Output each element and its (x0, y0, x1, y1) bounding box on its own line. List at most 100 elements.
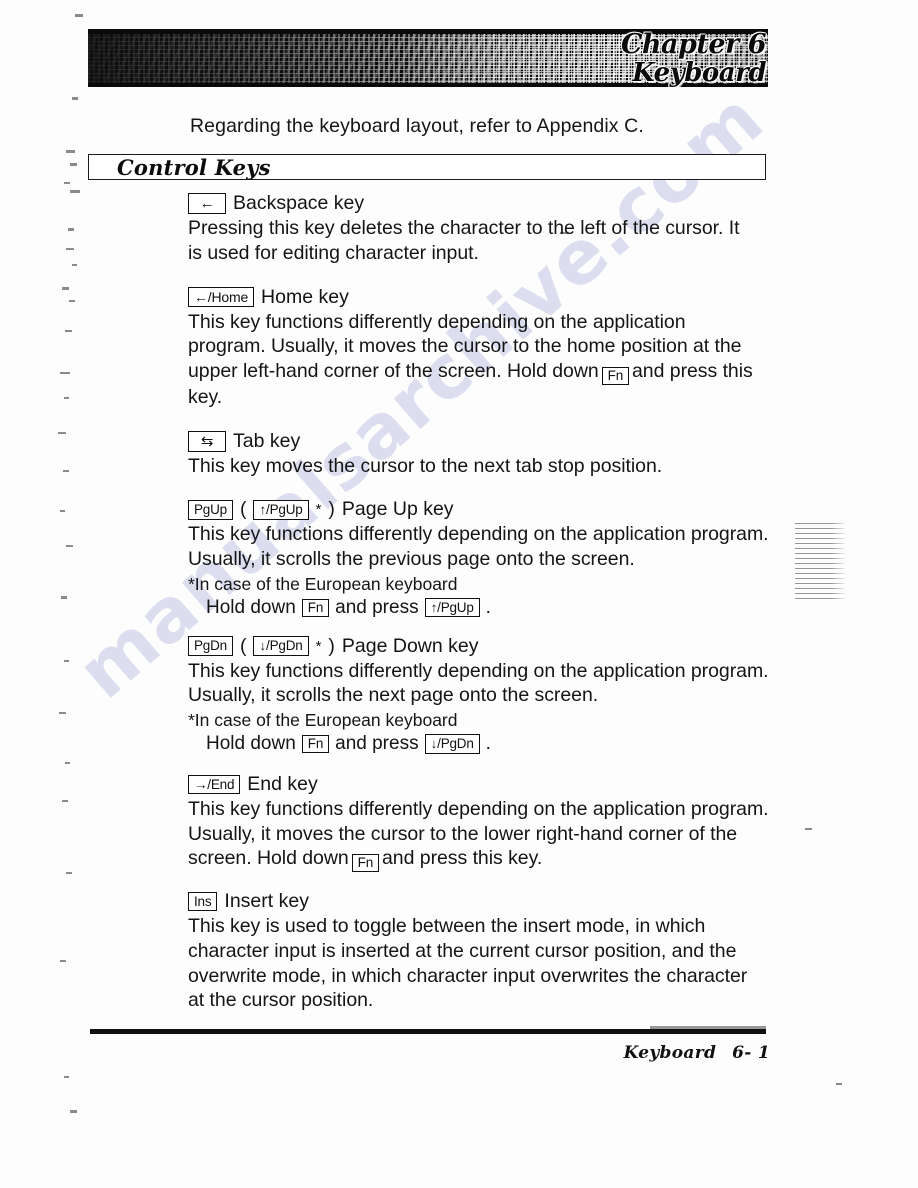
home-body-line-4: key. (188, 385, 223, 408)
fn-keycap: Fn (601, 366, 630, 385)
key-section-insert: Ins Insert key This key is used to toggl… (188, 890, 776, 1013)
end-label: End key (247, 772, 318, 795)
ins-body-line-2: character input is inserted at the curre… (188, 939, 737, 962)
pgup-keycap: PgUp (188, 500, 233, 520)
home-label: Home key (261, 285, 349, 308)
pgup-label: Page Up key (341, 498, 454, 521)
ins-label: Insert key (224, 890, 309, 912)
pgdn-note: *In case of the European keyboard (188, 710, 458, 730)
key-section-page-up: PgUp ( ↑/PgUp * ) Page Up key This key f… (188, 498, 776, 618)
section-title: Control Keys (117, 155, 271, 180)
scan-speckle (75, 14, 83, 17)
pgdn-note-hold: Hold down (206, 732, 296, 754)
pgup-note: *In case of the European keyboard (188, 573, 458, 594)
pgdn-label: Page Down key (341, 634, 479, 657)
scan-speckle (66, 150, 75, 153)
scan-speckle (70, 163, 77, 166)
page-bleed-artifact (795, 523, 847, 601)
pgup-body-line-1: This key functions differently depending… (188, 523, 769, 546)
key-section-page-down: PgDn ( ↓/PgDn * ) Page Down key This key… (188, 635, 776, 755)
ins-body-line-1: This key is used to toggle between the i… (188, 915, 706, 937)
tab-label: Tab key (233, 429, 301, 452)
key-section-home: ←/Home Home key This key functions diffe… (188, 286, 776, 410)
pgdn-body-line-1: This key functions differently depending… (188, 659, 769, 682)
intro-text: Regarding the keyboard layout, refer to … (190, 115, 644, 137)
scan-speckle (64, 182, 70, 184)
home-body-line-3-a: upper left-hand corner of the screen. Ho… (188, 360, 599, 382)
main-content: ← Backspace key Pressing this key delete… (188, 192, 776, 1029)
scan-speckle (64, 660, 69, 662)
pgdn-note-press: and press (335, 732, 419, 754)
key-headline: PgDn ( ↓/PgDn * ) Page Down key (188, 635, 776, 658)
end-body-line-2: Usually, it moves the cursor to the lowe… (188, 822, 738, 845)
fn-keycap: Fn (351, 854, 380, 872)
footnote-asterisk: * (315, 637, 322, 655)
end-keycap: →/End (188, 774, 241, 794)
pgdn-note-period: . (485, 732, 491, 754)
scan-speckle (61, 596, 67, 599)
scan-speckle (72, 264, 77, 266)
scan-speckle (60, 372, 70, 374)
scan-speckle (64, 397, 69, 399)
scan-speckle (836, 1083, 842, 1085)
backspace-label: Backspace key (233, 192, 365, 214)
fn-keycap-wrap: Fn (601, 366, 630, 385)
chapter-title: Chapter 6 Keyboard (620, 29, 767, 87)
key-headline: Ins Insert key (188, 890, 776, 913)
scan-speckle (62, 287, 69, 290)
pgup-note-period: . (485, 596, 491, 618)
paren-open: ( (239, 498, 247, 521)
pgup-note-press: and press (335, 596, 419, 618)
fn-keycap: Fn (301, 598, 330, 617)
footer-section-name: Keyboard (623, 1043, 717, 1063)
key-headline: ←/Home Home key (188, 286, 776, 309)
key-section-backspace: ← Backspace key Pressing this key delete… (188, 192, 776, 266)
end-body-line-1: This key functions differently depending… (188, 797, 769, 820)
scan-speckle (70, 190, 80, 193)
scan-speckle (60, 960, 66, 962)
footer-rule (90, 1026, 766, 1034)
scan-speckle (70, 1110, 77, 1113)
section-header-box: Control Keys (88, 154, 766, 180)
paren-open: ( (239, 634, 247, 657)
footnote-asterisk: * (315, 501, 322, 519)
ins-body-line-4: at the cursor position. (188, 989, 374, 1012)
pgup-note-hold: Hold down (206, 596, 296, 618)
scan-speckle (65, 330, 72, 332)
pgdn-keycap: PgDn (188, 636, 233, 656)
pgdn-body-line-2: Usually, it scrolls the next page onto t… (188, 684, 599, 707)
backspace-body-line-2: is used for editing character input. (188, 241, 479, 264)
tab-keycap: ⇆ (188, 430, 226, 452)
paren-close: ) (328, 498, 335, 521)
home-body-line-1: This key functions differently depending… (188, 310, 686, 333)
pgup-body-line-2: Usually, it scrolls the previous page on… (188, 548, 635, 570)
home-body-line-2: program. Usually, it moves the cursor to… (188, 335, 742, 358)
pgdn-alt-keycap: ↓/PgDn (253, 636, 309, 656)
home-keycap: ←/Home (188, 287, 255, 307)
scan-speckle (60, 510, 65, 512)
scan-speckle (63, 470, 69, 472)
ins-keycap: Ins (188, 891, 218, 912)
scan-speckle (66, 872, 72, 874)
backspace-body-line-1: Pressing this key deletes the character … (188, 217, 740, 239)
key-section-end: →/End End key This key functions differe… (188, 773, 776, 872)
pgup-alt-keycap: ↑/PgUp (253, 500, 309, 520)
chapter-name: Keyboard (632, 58, 766, 87)
key-headline: ← Backspace key (188, 192, 776, 215)
chapter-header-band: Chapter 6 Keyboard (88, 29, 768, 87)
scan-speckle (66, 248, 74, 250)
scan-speckle (805, 828, 812, 830)
home-body-line-3-b: and press this (632, 360, 753, 382)
ins-body-line-3: overwrite mode, in which character input… (188, 964, 748, 987)
fn-keycap-wrap: Fn (351, 854, 380, 872)
fn-keycap: Fn (301, 734, 330, 753)
scan-speckle (64, 1076, 69, 1078)
end-body-line-3-a: screen. Hold down (188, 847, 349, 870)
chapter-number: Chapter 6 (620, 29, 767, 60)
home-body-line-3: upper left-hand corner of the screen. Ho… (188, 359, 788, 385)
footer: Keyboard 6- 1 (624, 1043, 770, 1063)
key-headline: ⇆ Tab key (188, 430, 776, 453)
scan-speckle (68, 228, 74, 231)
paren-close: ) (328, 634, 335, 657)
pgdn-note-instruction: Hold down Fn and press ↓/PgDn . (206, 733, 776, 755)
